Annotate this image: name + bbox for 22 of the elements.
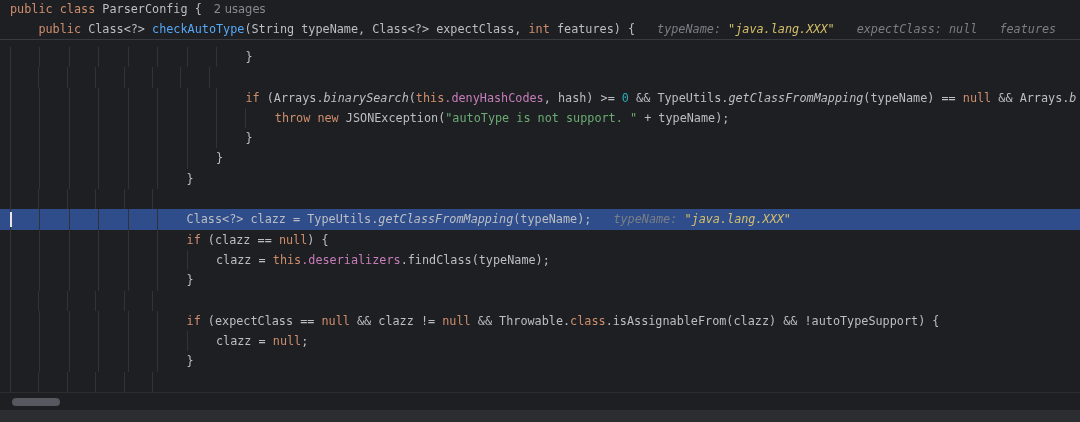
code-line: } — [10, 168, 194, 190]
code-line: clazz = this.deserializers.findClass(typeName); — [10, 249, 550, 271]
scrollbar-thumb[interactable] — [12, 397, 60, 406]
inline-value-hint: typeName: "java.lang.XXX" — [657, 20, 835, 38]
code-line: } — [10, 47, 253, 68]
code-line: if (Arrays.binarySearch(this.denyHashCodes, hash) >= 0 && TypeUtils.getClassFromMapping(typeName) == null && Arrays.b — [10, 87, 1077, 108]
code-line: public class ParserConfig { — [10, 1, 202, 18]
code-line: Class<?> clazz = TypeUtils.getClassFromMapping(typeName); — [10, 209, 592, 230]
code-line: if (clazz == null) { — [10, 229, 329, 250]
inline-value-hint: features — [999, 20, 1057, 38]
code-line: clazz = null; — [10, 331, 309, 352]
code-line: } — [10, 351, 194, 372]
code-line: if (expectClass == null && clazz != null && Throwable.class.isAssignableFrom(clazz) && !autoTypeSupport) { — [10, 310, 940, 332]
inline-value-hint: expectClass: null — [856, 20, 978, 38]
inline-value-hint: typeName: "java.lang.XXX" — [613, 211, 791, 229]
code-line: public Class<?> checkAutoType(String typeName, Class<?> expectClass, int features) { — [37, 20, 636, 38]
code-line: } — [10, 128, 253, 149]
usages-hint[interactable]: 2 usages — [213, 0, 266, 20]
code-line: } — [10, 148, 224, 169]
code-line: throw new JSONException("autoType is not support. " + typeName); — [10, 107, 730, 129]
text-caret — [10, 212, 12, 228]
code-line: } — [10, 270, 194, 291]
